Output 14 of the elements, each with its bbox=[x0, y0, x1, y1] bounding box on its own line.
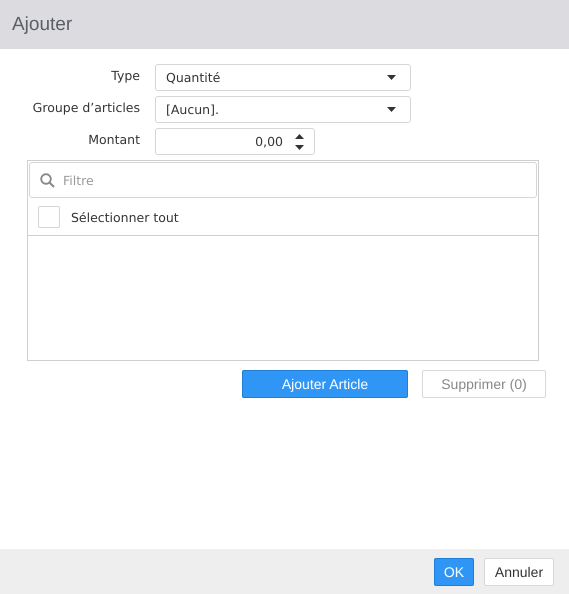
checkbox[interactable] bbox=[38, 206, 60, 228]
search-icon bbox=[40, 172, 55, 188]
dialog-title: Ajouter bbox=[12, 14, 72, 36]
dropdown[interactable]: [Aucun]. bbox=[155, 96, 411, 123]
field-label: Montant bbox=[88, 131, 140, 147]
dropdown-caret-icon bbox=[387, 107, 396, 112]
number-field[interactable]: 0,00 bbox=[155, 128, 315, 155]
field-label: Groupe d’articles bbox=[32, 99, 140, 115]
spinner-icon[interactable] bbox=[295, 134, 304, 150]
dropdown[interactable]: Quantité bbox=[155, 64, 411, 91]
field-label: Type bbox=[111, 67, 140, 83]
select-all-label: Sélectionner tout bbox=[71, 210, 179, 224]
dropdown-caret-icon bbox=[387, 75, 396, 80]
cancel-button[interactable]: Annuler bbox=[484, 558, 554, 586]
